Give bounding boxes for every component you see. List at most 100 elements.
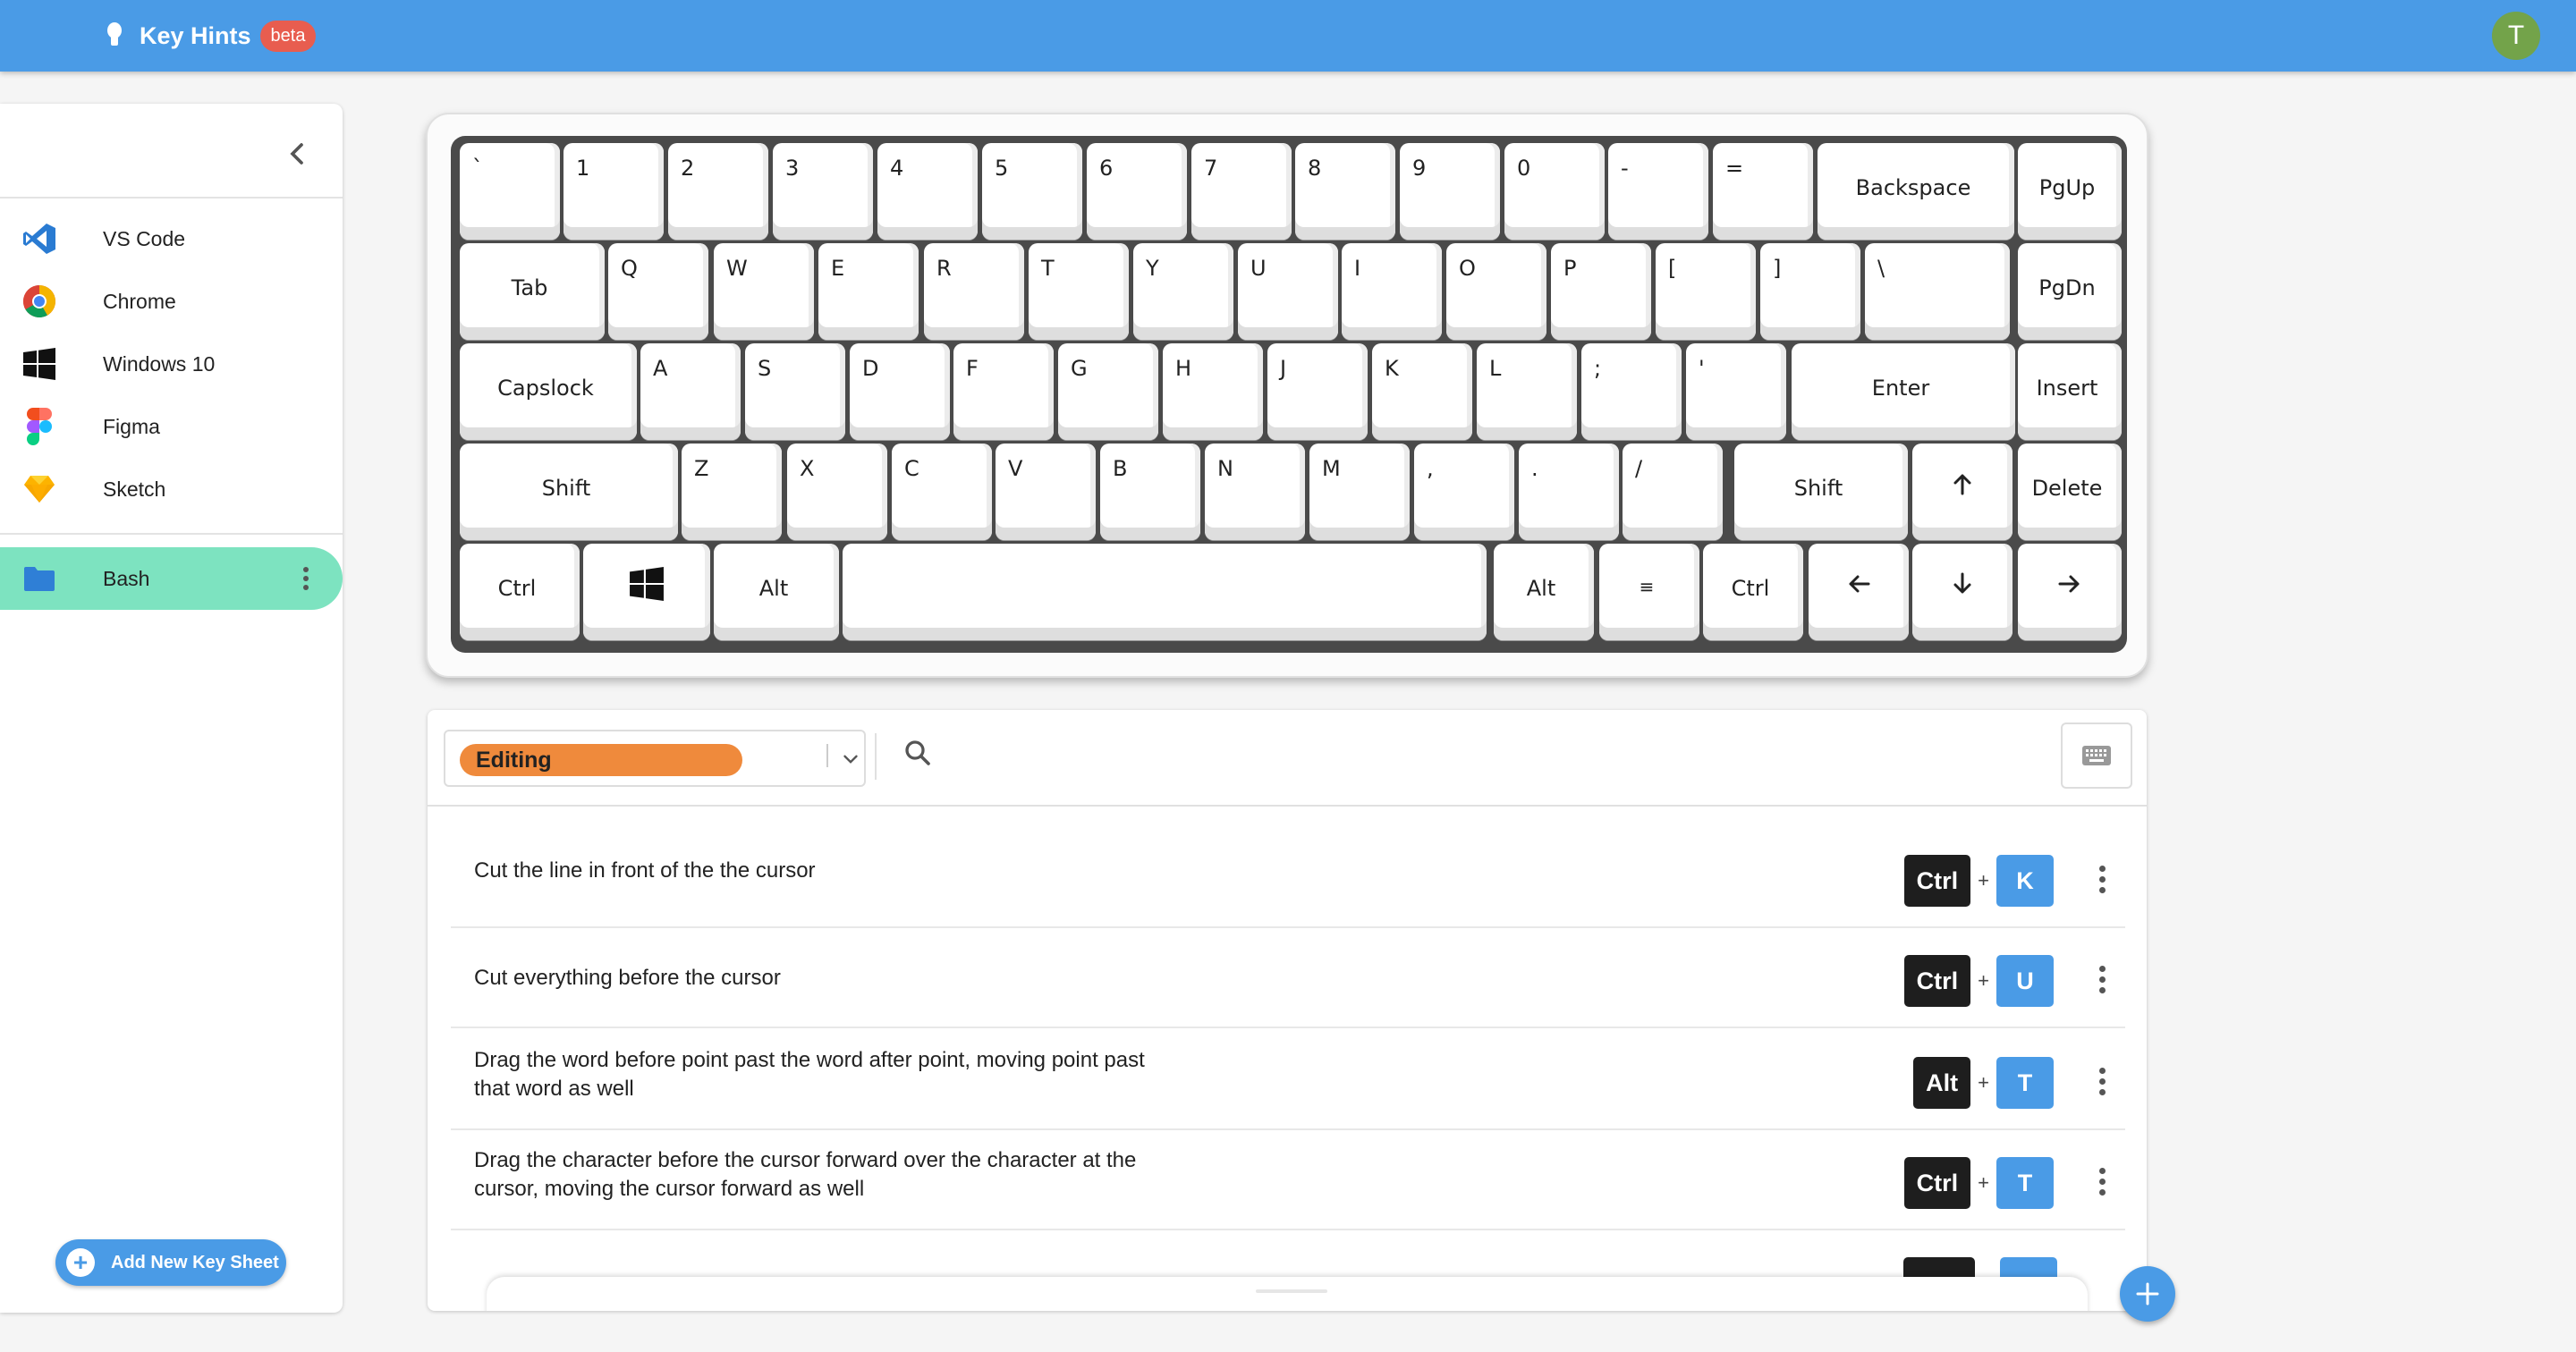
key-spacebar[interactable] xyxy=(843,544,1487,640)
key-windows[interactable] xyxy=(583,544,710,640)
key-e[interactable]: E xyxy=(818,243,919,340)
key-n[interactable]: N xyxy=(1205,444,1305,540)
key-symbol[interactable]: ' xyxy=(1686,343,1786,440)
sidebar-item-bash[interactable]: Bash xyxy=(0,547,343,610)
key-symbol[interactable]: \ xyxy=(1865,243,2010,340)
key-ctrl[interactable]: Ctrl xyxy=(460,544,580,640)
key-menu[interactable]: ≡ xyxy=(1599,544,1699,640)
search-icon[interactable] xyxy=(902,737,941,776)
key-r[interactable]: R xyxy=(924,243,1024,340)
modifier-key: Alt xyxy=(1913,1057,1971,1109)
key-c[interactable]: C xyxy=(892,444,992,540)
key-label: Y xyxy=(1146,256,1159,281)
shortcut-row[interactable]: Drag the word before point past the word… xyxy=(451,1030,2125,1130)
sidebar-item-figma[interactable]: Figma xyxy=(0,395,343,458)
key-enter[interactable]: Enter xyxy=(1792,343,2015,440)
key-delete[interactable]: Delete xyxy=(2018,444,2122,540)
key-w[interactable]: W xyxy=(714,243,814,340)
collapse-sidebar-button[interactable] xyxy=(279,136,315,168)
key-1[interactable]: 1 xyxy=(564,143,664,240)
key-q[interactable]: Q xyxy=(608,243,708,340)
key-d[interactable]: D xyxy=(850,343,950,440)
key-u[interactable]: U xyxy=(1238,243,1338,340)
key-shift[interactable]: Shift xyxy=(460,444,678,540)
key-label: G xyxy=(1071,356,1088,381)
shortcut-row[interactable]: Cut the line in front of the the cursor … xyxy=(451,828,2125,928)
key-capslock[interactable]: Capslock xyxy=(460,343,637,440)
drag-handle[interactable] xyxy=(1256,1289,1327,1293)
key-k[interactable]: K xyxy=(1372,343,1472,440)
key-0[interactable]: 0 xyxy=(1504,143,1605,240)
key-arrow-up[interactable] xyxy=(1912,444,2012,540)
sidebar-item-sketch[interactable]: Sketch xyxy=(0,458,343,520)
category-chip[interactable]: Editing xyxy=(460,744,742,776)
add-key-sheet-button[interactable]: + Add New Key Sheet xyxy=(55,1239,286,1286)
key-l[interactable]: L xyxy=(1477,343,1577,440)
more-vert-icon[interactable] xyxy=(2099,966,2106,993)
key-ctrl[interactable]: Ctrl xyxy=(1703,544,1803,640)
key-shift[interactable]: Shift xyxy=(1734,444,1908,540)
key-b[interactable]: B xyxy=(1100,444,1200,540)
key-symbol[interactable]: [ xyxy=(1656,243,1756,340)
keyboard-toggle-button[interactable] xyxy=(2061,722,2132,789)
key-z[interactable]: Z xyxy=(682,444,782,540)
key-alt[interactable]: Alt xyxy=(714,544,839,640)
key-tab[interactable]: Tab xyxy=(460,243,605,340)
key-symbol[interactable]: ; xyxy=(1581,343,1682,440)
key-pgdn[interactable]: PgDn xyxy=(2018,243,2122,340)
add-shortcut-fab[interactable] xyxy=(2120,1266,2175,1322)
bottom-sheet[interactable] xyxy=(487,1277,2088,1311)
shortcut-row[interactable]: Drag the character before the cursor for… xyxy=(451,1130,2125,1230)
key-p[interactable]: P xyxy=(1551,243,1651,340)
key-s[interactable]: S xyxy=(745,343,845,440)
key-symbol[interactable]: . xyxy=(1519,444,1619,540)
more-vert-icon[interactable] xyxy=(2099,866,2106,893)
key-pgup[interactable]: PgUp xyxy=(2018,143,2122,240)
key-backspace[interactable]: Backspace xyxy=(1818,143,2014,240)
key-symbol[interactable]: / xyxy=(1623,444,1723,540)
key-t[interactable]: T xyxy=(1029,243,1129,340)
key-m[interactable]: M xyxy=(1309,444,1410,540)
key-6[interactable]: 6 xyxy=(1087,143,1187,240)
key-symbol[interactable]: , xyxy=(1414,444,1514,540)
key-v[interactable]: V xyxy=(996,444,1096,540)
key-7[interactable]: 7 xyxy=(1191,143,1292,240)
key-a[interactable]: A xyxy=(640,343,741,440)
more-vert-icon[interactable] xyxy=(303,567,310,590)
key-x[interactable]: X xyxy=(787,444,887,540)
key-5[interactable]: 5 xyxy=(982,143,1082,240)
more-vert-icon[interactable] xyxy=(2099,1168,2106,1196)
key-4[interactable]: 4 xyxy=(877,143,978,240)
key-y[interactable]: Y xyxy=(1133,243,1233,340)
key-j[interactable]: J xyxy=(1267,343,1368,440)
sidebar-item-windows[interactable]: Windows 10 xyxy=(0,333,343,395)
key-symbol[interactable]: ` xyxy=(460,143,560,240)
key-label: Alt xyxy=(758,576,789,601)
shortcut-row[interactable]: Cut everything before the cursor Ctrl + … xyxy=(451,928,2125,1028)
key-arrow-left[interactable] xyxy=(1809,544,1909,640)
brand[interactable]: Key Hints beta xyxy=(102,14,317,57)
key-arrow-right[interactable] xyxy=(2018,544,2122,640)
key-2[interactable]: 2 xyxy=(668,143,768,240)
chevron-down-icon[interactable] xyxy=(839,748,862,775)
add-icon xyxy=(2136,1282,2159,1306)
key-9[interactable]: 9 xyxy=(1400,143,1500,240)
key-f[interactable]: F xyxy=(953,343,1054,440)
key-h[interactable]: H xyxy=(1163,343,1263,440)
key-insert[interactable]: Insert xyxy=(2018,343,2122,440)
key-o[interactable]: O xyxy=(1446,243,1546,340)
key-symbol[interactable]: ] xyxy=(1760,243,1860,340)
sidebar-item-vscode[interactable]: VS Code xyxy=(0,207,343,270)
key-arrow-down[interactable] xyxy=(1912,544,2012,640)
key-symbol[interactable]: - xyxy=(1608,143,1708,240)
key-g[interactable]: G xyxy=(1058,343,1158,440)
sidebar-item-chrome[interactable]: Chrome xyxy=(0,270,343,333)
key-alt[interactable]: Alt xyxy=(1494,544,1594,640)
category-select[interactable]: Editing xyxy=(444,730,866,787)
key-3[interactable]: 3 xyxy=(773,143,873,240)
user-avatar[interactable]: T xyxy=(2492,12,2540,60)
key-i[interactable]: I xyxy=(1342,243,1442,340)
key-8[interactable]: 8 xyxy=(1295,143,1395,240)
more-vert-icon[interactable] xyxy=(2099,1068,2106,1095)
key-symbol[interactable]: = xyxy=(1713,143,1813,240)
